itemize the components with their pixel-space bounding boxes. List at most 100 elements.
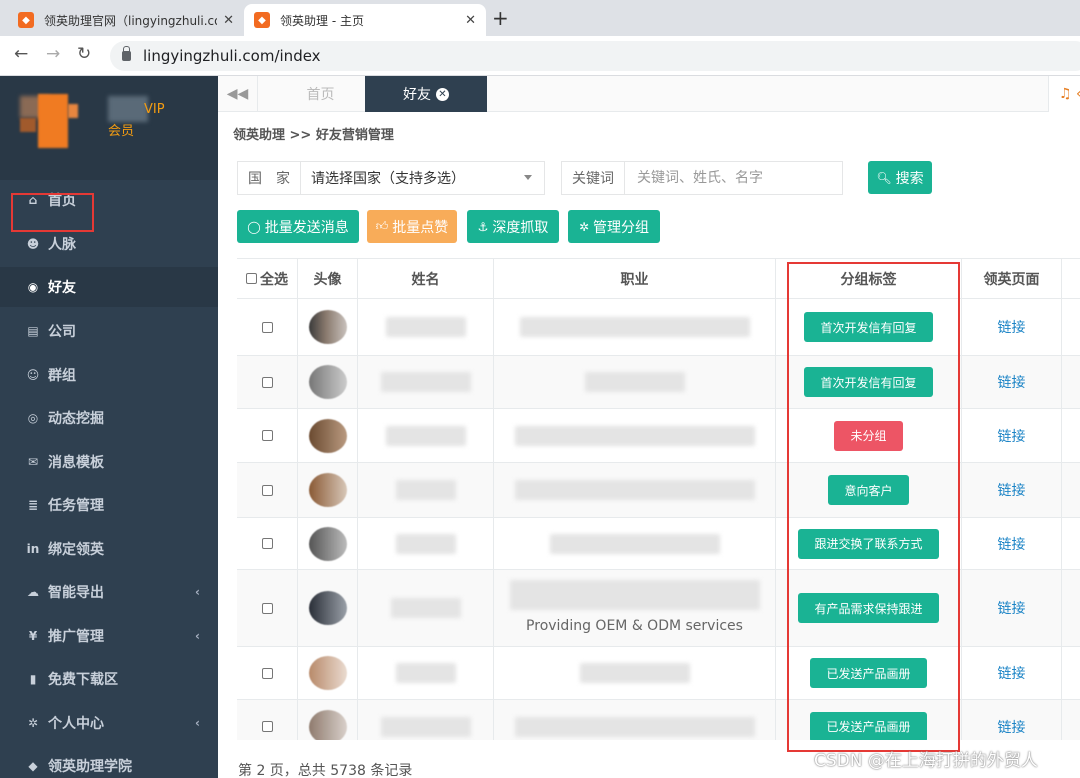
back-arrow-icon[interactable]: ← <box>14 44 28 64</box>
bulk-message-button[interactable]: ◯ 批量发送消息 <box>237 210 359 243</box>
sidebar-item-academy[interactable]: ◆ 领英助理学院 <box>0 746 218 778</box>
row-checkbox[interactable] <box>261 376 273 388</box>
bulk-message-label: 批量发送消息 <box>264 219 349 236</box>
close-tab-icon[interactable]: ✕ <box>223 13 234 28</box>
address-bar: ← → ↻ lingyingzhuli.com/index <box>0 36 1080 76</box>
job-redacted <box>514 425 755 446</box>
sidebar-item-smart-export[interactable]: ☁ 智能导出 ‹ <box>0 572 218 612</box>
group-tag-badge[interactable]: 已发送产品画册 <box>810 658 927 688</box>
manage-groups-label: 管理分组 <box>593 219 650 236</box>
tab-friends-label: 好友 <box>403 87 431 103</box>
job-redacted <box>514 716 755 737</box>
file-icon: ▮ <box>29 672 37 686</box>
group-tag-badge[interactable]: 意向客户 <box>828 475 909 505</box>
bulk-like-button[interactable]: 👍︎ 批量点赞 <box>367 210 457 243</box>
tasks-icon: ≣ <box>27 498 39 512</box>
sidebar-item-feed-mining[interactable]: ◎ 动态挖掘 <box>0 398 218 438</box>
close-tab-icon[interactable]: ✕ <box>465 13 476 28</box>
avatar <box>308 473 347 507</box>
sidebar-item-personal-center[interactable]: ✲ 个人中心 ‹ <box>0 703 218 743</box>
sidebar-item-free-downloads[interactable]: ▮ 免费下载区 <box>0 659 218 699</box>
sidebar-item-friends[interactable]: ◉ 好友 <box>0 267 218 307</box>
gear-icon: ✲ <box>578 219 590 234</box>
select-all-header[interactable]: 全选 <box>237 259 298 298</box>
profile-area: VIP 会员 <box>0 76 218 180</box>
close-circle-icon[interactable]: ✕ <box>436 87 449 101</box>
name-redacted <box>395 480 456 500</box>
search-icon: 🔍︎ <box>876 170 892 185</box>
sidebar-item-task-management[interactable]: ≣ 任务管理 <box>0 485 218 525</box>
sidebar-item-company[interactable]: ▤ 公司 <box>0 311 218 351</box>
table-row: 意向客户 链接 <box>237 463 1080 518</box>
url-text: lingyingzhuli.com/index <box>143 47 321 65</box>
comment-icon: ◯ <box>247 219 261 234</box>
name-redacted <box>380 716 471 737</box>
row-checkbox[interactable] <box>261 484 273 496</box>
country-select[interactable]: 请选择国家（支持多选） <box>301 162 544 194</box>
sidebar-item-label: 任务管理 <box>48 498 104 514</box>
url-field[interactable]: lingyingzhuli.com/index <box>110 41 1080 71</box>
envelope-icon: ✉ <box>27 455 39 469</box>
browser-tab-title: 领英助理 - 主页 <box>280 13 364 28</box>
reload-icon[interactable]: ↻ <box>77 44 91 64</box>
row-checkbox[interactable] <box>261 721 273 732</box>
keyword-input[interactable] <box>625 162 842 194</box>
tab-scroll-left-icon[interactable]: ◀◀ <box>218 76 258 112</box>
linkedin-link[interactable]: 链接 <box>998 426 1026 446</box>
sidebar-item-message-templates[interactable]: ✉ 消息模板 <box>0 442 218 482</box>
avatar <box>308 709 347 740</box>
sidebar-item-promotion[interactable]: ¥ 推广管理 ‹ <box>0 616 218 656</box>
table-row: 首次开发信有回复 链接 <box>237 299 1080 356</box>
select-all-checkbox[interactable] <box>246 273 257 284</box>
linkedin-link[interactable]: 链接 <box>998 717 1026 737</box>
sidebar-item-groups[interactable]: ☺ 群组 <box>0 355 218 395</box>
linkedin-link[interactable]: 链接 <box>998 534 1026 554</box>
site-favicon-icon: ◆ <box>254 12 270 28</box>
tab-actions-icon[interactable]: ♫ ‹ <box>1048 76 1080 112</box>
forward-arrow-icon[interactable]: → <box>46 44 60 64</box>
row-checkbox[interactable] <box>261 538 273 549</box>
job-redacted <box>579 663 690 683</box>
tab-friends[interactable]: 好友 ✕ <box>365 76 487 112</box>
row-checkbox[interactable] <box>261 602 273 614</box>
chevron-left-icon: ‹ <box>195 585 200 599</box>
browser-tab-official-site[interactable]: ◆ 领英助理官网（lingyingzhuli.co ✕ <box>8 4 244 36</box>
job-redacted <box>519 317 750 337</box>
row-checkbox[interactable] <box>261 430 273 441</box>
highlight-box-friends <box>11 193 94 232</box>
group-tag-badge[interactable]: 未分组 <box>834 420 903 451</box>
row-checkbox[interactable] <box>261 321 273 333</box>
linkedin-link[interactable]: 链接 <box>998 663 1026 683</box>
content-tab-bar: ◀◀ 首页 好友 ✕ ♫ ‹ <box>218 76 1080 112</box>
keyword-label: 关键词 <box>562 162 625 194</box>
group-tag-badge[interactable]: 有产品需求保持跟进 <box>798 593 939 623</box>
avatar <box>308 591 347 625</box>
linkedin-link[interactable]: 链接 <box>998 480 1026 500</box>
table-row: Providing OEM & ODM services 有产品需求保持跟进 链… <box>237 570 1080 647</box>
graduation-cap-icon: ◆ <box>28 759 38 773</box>
new-tab-button[interactable]: + <box>492 6 509 30</box>
group-tag-badge[interactable]: 首次开发信有回复 <box>804 367 933 397</box>
sidebar-item-bind-linkedin[interactable]: in 绑定领英 <box>0 529 218 569</box>
group-tag-badge[interactable]: 首次开发信有回复 <box>804 312 933 342</box>
search-button[interactable]: 🔍︎ 搜索 <box>868 161 932 194</box>
job-header: 职业 <box>494 259 776 298</box>
linkedin-link[interactable]: 链接 <box>998 372 1026 392</box>
manage-groups-button[interactable]: ✲ 管理分组 <box>568 210 660 243</box>
comments-icon: ◉ <box>27 280 39 294</box>
linkedin-link[interactable]: 链接 <box>998 598 1026 618</box>
site-favicon-icon: ◆ <box>18 12 34 28</box>
sidebar: VIP 会员 ⌂ 首页 ☻ 人脉 ◉ 好友 ▤ 公司 ☺ 群组 ◎ 动态挖掘 ✉… <box>0 76 218 778</box>
group-tag-badge[interactable]: 已发送产品画册 <box>810 711 927 740</box>
sidebar-item-label: 个人中心 <box>48 716 104 732</box>
deep-crawl-button[interactable]: ⚓︎ 深度抓取 <box>467 210 559 243</box>
breadcrumb: 领英助理 >> 好友营销管理 <box>233 128 394 143</box>
anchor-icon: ⚓︎ <box>477 219 489 234</box>
row-checkbox[interactable] <box>261 667 273 679</box>
country-label: 国 家 <box>238 162 301 194</box>
browser-tab-home[interactable]: ◆ 领英助理 - 主页 ✕ <box>244 4 486 36</box>
linkedin-link[interactable]: 链接 <box>998 317 1026 337</box>
group-tag-badge[interactable]: 跟进交换了联系方式 <box>798 528 939 559</box>
sidebar-item-label: 免费下载区 <box>48 672 118 688</box>
vip-text: VIP <box>144 102 165 117</box>
